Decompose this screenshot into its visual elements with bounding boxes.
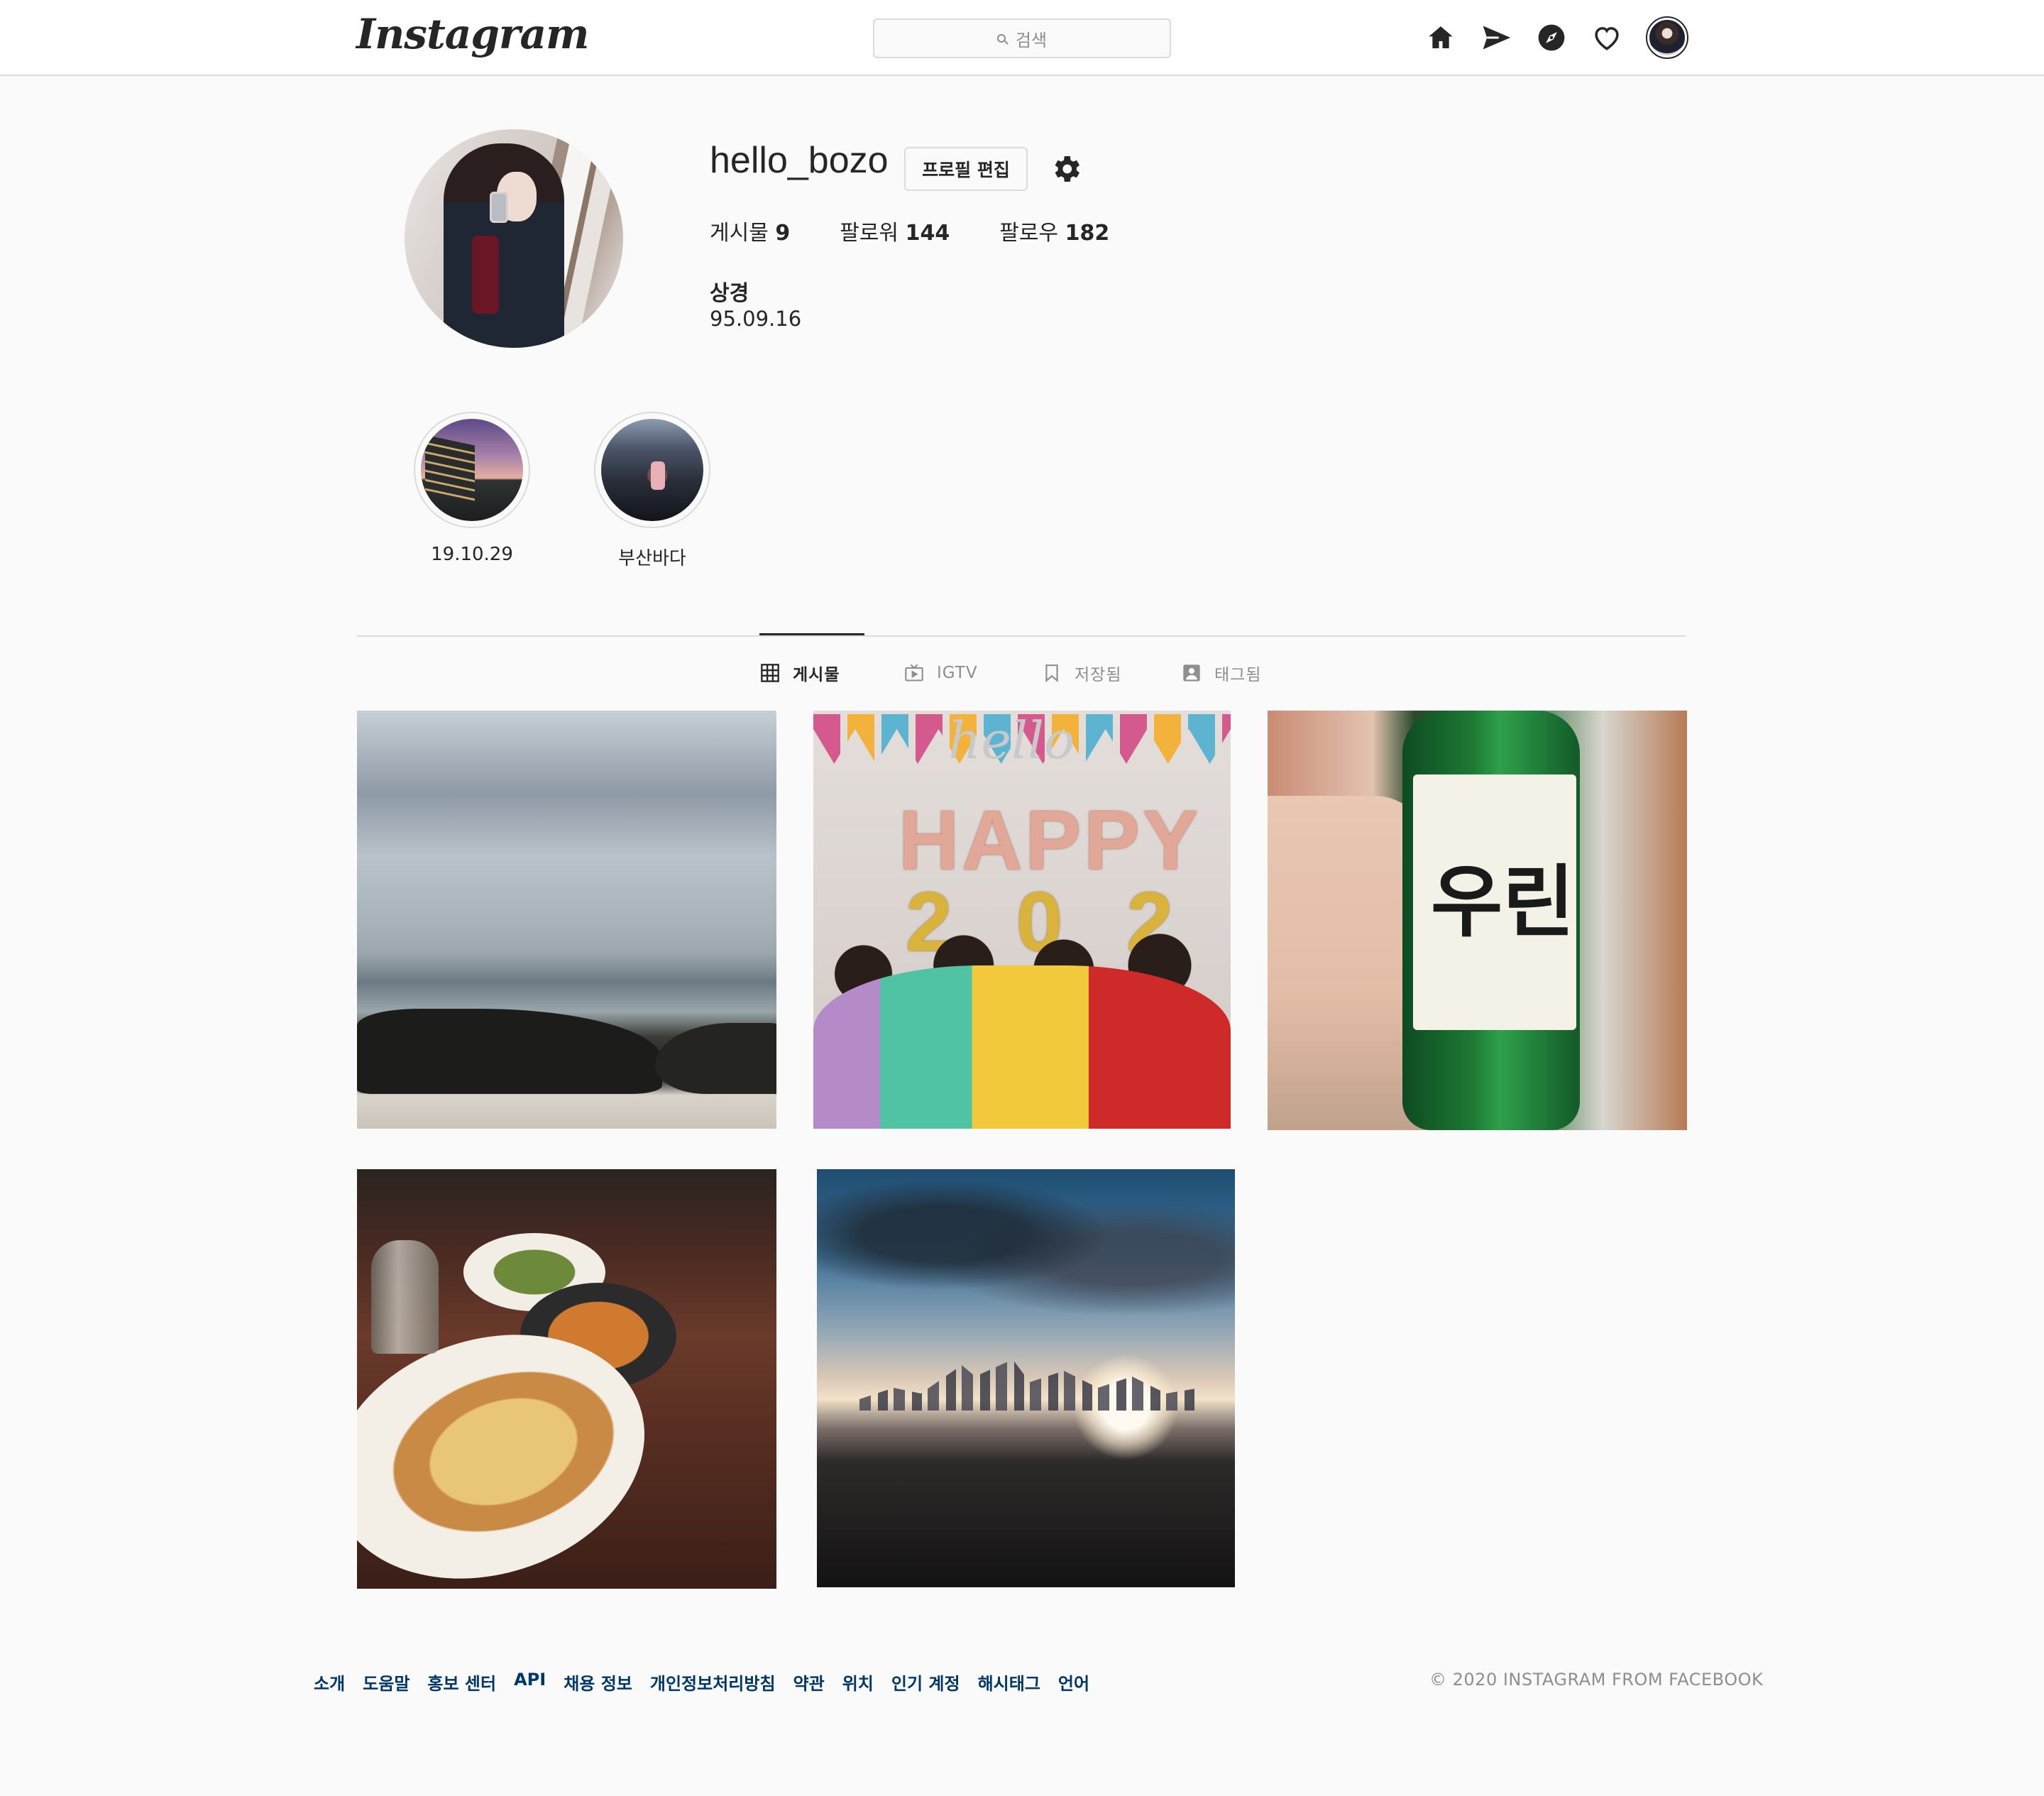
nav-profile-avatar[interactable] — [1646, 16, 1688, 59]
tabs-divider — [357, 635, 1686, 637]
footer-link[interactable]: 언어 — [1058, 1670, 1089, 1694]
followers-label: 팔로워 — [840, 221, 899, 246]
profile-bio: 95.09.16 — [710, 307, 802, 331]
nav-icons — [1423, 16, 1688, 59]
post-thumbnail[interactable] — [817, 1169, 1235, 1587]
post-thumbnail[interactable] — [357, 711, 776, 1129]
post-thumbnail[interactable] — [357, 1169, 776, 1589]
highlight-cover — [601, 419, 703, 521]
search-placeholder: 검색 — [1015, 30, 1048, 50]
highlight-label: 19.10.29 — [431, 544, 513, 565]
tab-tagged[interactable]: 태그됨 — [1182, 660, 1261, 686]
footer-link[interactable]: 위치 — [842, 1670, 874, 1694]
profile-full-name: 상경 — [710, 281, 749, 306]
instagram-logo[interactable]: Instagram — [356, 10, 589, 58]
posts-label: 게시물 — [710, 221, 769, 246]
followers-stat[interactable]: 팔로워 144 — [840, 215, 950, 246]
top-nav-bar: Instagram 검색 — [0, 0, 2044, 76]
highlight-label: 부산바다 — [618, 548, 686, 569]
footer-link[interactable]: 홍보 센터 — [427, 1670, 496, 1694]
avatar-image — [1649, 20, 1685, 55]
story-highlight[interactable]: 19.10.29 — [412, 412, 532, 565]
search-icon — [996, 34, 1006, 43]
footer-link[interactable]: 도움말 — [363, 1670, 410, 1694]
followers-count: 144 — [905, 221, 950, 246]
story-highlight[interactable]: 부산바다 — [592, 412, 713, 570]
post-thumbnail[interactable]: hello HAPPY 2020 — [813, 711, 1231, 1129]
footer-link[interactable]: 약관 — [793, 1670, 825, 1694]
post-text: 우린 — [1431, 857, 1575, 948]
gear-icon[interactable] — [1049, 152, 1083, 186]
tab-posts[interactable]: 게시물 — [760, 660, 840, 686]
active-tab-indicator — [759, 633, 864, 635]
posts-count: 9 — [775, 221, 791, 246]
grid-icon — [760, 663, 780, 683]
highlight-ring — [414, 412, 530, 528]
direct-icon[interactable] — [1478, 20, 1514, 55]
explore-icon[interactable] — [1534, 20, 1569, 55]
search-input[interactable]: 검색 — [873, 18, 1171, 58]
footer-link[interactable]: 개인정보처리방침 — [650, 1670, 776, 1694]
footer-link[interactable]: 채용 정보 — [564, 1670, 632, 1694]
tab-saved[interactable]: 저장됨 — [1042, 660, 1121, 686]
copyright-text: © 2020 INSTAGRAM FROM FACEBOOK — [1429, 1670, 1764, 1690]
posts-stat: 게시물 9 — [710, 215, 790, 246]
profile-picture[interactable] — [405, 129, 623, 348]
bookmark-icon — [1042, 663, 1062, 683]
tab-igtv[interactable]: IGTV — [904, 660, 978, 686]
tab-label: 게시물 — [793, 666, 840, 684]
following-count: 182 — [1065, 221, 1110, 246]
tab-label: 저장됨 — [1075, 666, 1122, 684]
post-thumbnail[interactable]: 우린 — [1268, 711, 1687, 1130]
activity-heart-icon[interactable] — [1589, 20, 1625, 55]
igtv-icon — [904, 663, 924, 683]
tagged-icon — [1182, 663, 1202, 683]
tab-label: 태그됨 — [1214, 666, 1262, 684]
footer-link[interactable]: API — [514, 1670, 546, 1694]
footer-links: 소개 도움말 홍보 센터 API 채용 정보 개인정보처리방침 약관 위치 인기… — [314, 1670, 1107, 1694]
profile-stats: 게시물 9 팔로워 144 팔로우 182 — [710, 215, 1159, 246]
post-text: hello — [948, 711, 1075, 770]
footer-link[interactable]: 해시태그 — [978, 1670, 1040, 1694]
highlight-ring — [594, 412, 710, 528]
following-label: 팔로우 — [999, 221, 1059, 246]
home-icon[interactable] — [1423, 20, 1458, 55]
profile-username: hello_bozo — [710, 140, 889, 181]
edit-profile-button[interactable]: 프로필 편집 — [904, 147, 1028, 191]
footer-link[interactable]: 인기 계정 — [891, 1670, 960, 1694]
tab-label: IGTV — [937, 664, 978, 682]
highlight-cover — [421, 419, 523, 521]
footer-link[interactable]: 소개 — [314, 1670, 345, 1694]
following-stat[interactable]: 팔로우 182 — [999, 215, 1109, 246]
